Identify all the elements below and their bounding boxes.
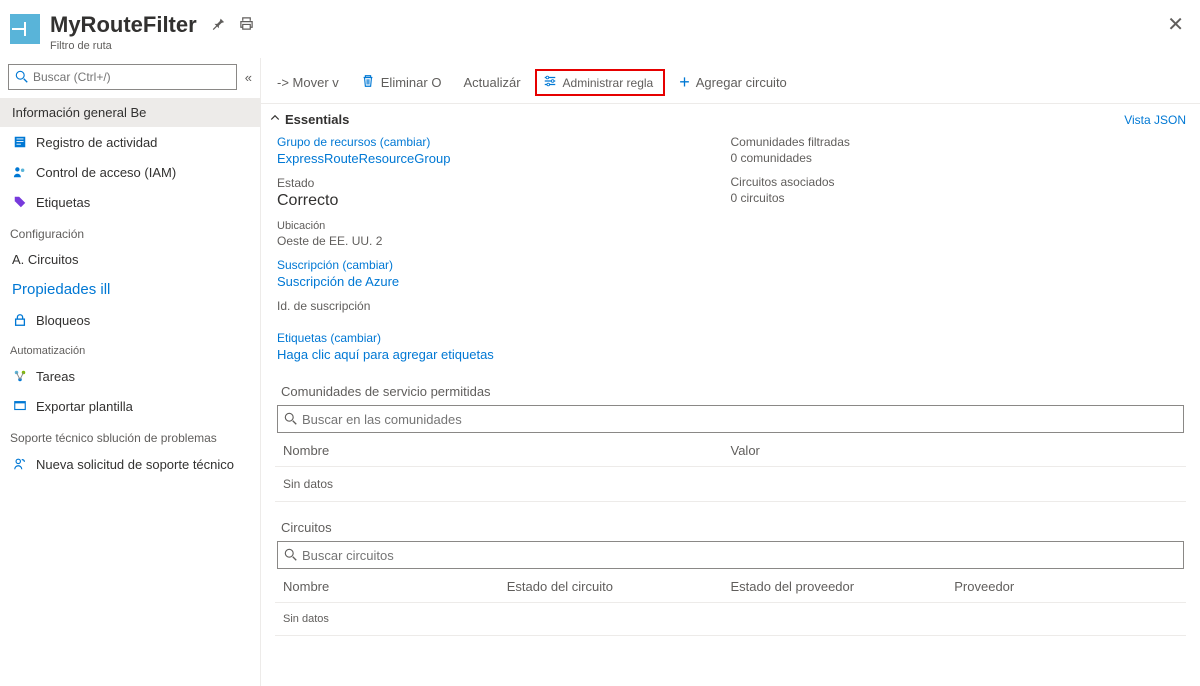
nav-label: A. Circuitos xyxy=(12,252,78,267)
tags-add-link[interactable]: Haga clic aquí para agregar etiquetas xyxy=(277,347,1184,362)
col-name: Nombre xyxy=(283,443,731,458)
nav-label: Información general Be xyxy=(12,105,146,120)
nav-label: Exportar plantilla xyxy=(36,399,133,414)
filter-settings-icon xyxy=(543,74,557,91)
nav-tasks[interactable]: Tareas xyxy=(0,361,260,391)
nav-label: Nueva solicitud de soporte técnico xyxy=(36,457,234,472)
communities-panel-title: Comunidades de servicio permitidas xyxy=(281,384,1186,399)
nav-locks[interactable]: Bloqueos xyxy=(0,305,260,335)
circuits-no-data: Sin datos xyxy=(275,603,1186,636)
export-template-icon xyxy=(12,398,28,414)
circuits-value: 0 circuitos xyxy=(731,191,1185,205)
state-label: Estado xyxy=(277,176,731,190)
json-view-link[interactable]: Vista JSON xyxy=(1124,113,1186,127)
iam-icon xyxy=(12,164,28,180)
close-icon[interactable]: ✕ xyxy=(1167,12,1184,37)
nav-overview[interactable]: Información general Be xyxy=(0,98,260,127)
section-automation: Automatización xyxy=(0,335,260,361)
col-provider-state: Estado del proveedor xyxy=(731,579,955,594)
col-provider: Proveedor xyxy=(954,579,1178,594)
section-config: Configuración xyxy=(0,217,260,245)
circuits-search[interactable] xyxy=(277,541,1184,569)
move-button[interactable]: -> Mover v xyxy=(269,71,347,94)
rg-value[interactable]: ExpressRouteResourceGroup xyxy=(277,151,731,166)
search-icon xyxy=(284,412,298,426)
pin-icon[interactable] xyxy=(211,16,225,34)
nav-circuits[interactable]: A. Circuitos xyxy=(0,245,260,274)
location-label: Ubicación xyxy=(277,220,731,232)
main-content: -> Mover v Eliminar O Actualizár Adminis… xyxy=(260,58,1200,686)
communities-value: 0 comunidades xyxy=(731,151,1185,165)
tags-label[interactable]: Etiquetas (cambiar) xyxy=(277,331,1184,345)
tag-icon xyxy=(12,194,28,210)
refresh-button[interactable]: Actualizár xyxy=(455,71,528,94)
nav-activity-log[interactable]: Registro de actividad xyxy=(0,127,260,157)
sub-value[interactable]: Suscripción de Azure xyxy=(277,274,731,289)
delete-button[interactable]: Eliminar O xyxy=(353,70,450,95)
trash-icon xyxy=(361,74,375,91)
add-circuit-button[interactable]: + Agregar circuito xyxy=(671,68,795,97)
lock-icon xyxy=(12,312,28,328)
sub-label[interactable]: Suscripción (cambiar) xyxy=(277,258,731,272)
state-value: Correcto xyxy=(277,192,731,210)
activity-log-icon xyxy=(12,134,28,150)
nav-label: Control de acceso (IAM) xyxy=(36,165,176,180)
circuits-panel-title: Circuitos xyxy=(281,520,1186,535)
nav-label: Etiquetas xyxy=(36,195,90,210)
nav-iam[interactable]: Control de acceso (IAM) xyxy=(0,157,260,187)
tasks-icon xyxy=(12,368,28,384)
location-value: Oeste de EE. UU. 2 xyxy=(277,234,731,248)
communities-no-data: Sin datos xyxy=(275,467,1186,502)
nav-label: Propiedades ill xyxy=(12,281,110,298)
nav-new-support-request[interactable]: Nueva solicitud de soporte técnico xyxy=(0,449,260,479)
communities-table-header: Nombre Valor xyxy=(275,433,1186,467)
collapse-sidebar-icon[interactable]: « xyxy=(245,70,252,85)
rg-label[interactable]: Grupo de recursos (cambiar) xyxy=(277,135,731,149)
communities-search[interactable] xyxy=(277,405,1184,433)
resource-icon xyxy=(10,14,40,44)
col-value: Valor xyxy=(731,443,1179,458)
manage-rule-button[interactable]: Administrar regla xyxy=(535,69,666,96)
plus-icon: + xyxy=(679,72,690,93)
sidebar: « Información general Be Registro de act… xyxy=(0,58,260,686)
nav-tags[interactable]: Etiquetas xyxy=(0,187,260,217)
communities-search-input[interactable] xyxy=(302,412,1177,427)
section-support: Soporte técnico sblución de problemas xyxy=(0,421,260,449)
essentials-toggle[interactable] xyxy=(269,112,281,127)
col-circuit-state: Estado del circuito xyxy=(507,579,731,594)
toolbar: -> Mover v Eliminar O Actualizár Adminis… xyxy=(261,58,1200,104)
circuits-table-header: Nombre Estado del circuito Estado del pr… xyxy=(275,569,1186,603)
col-name: Nombre xyxy=(283,579,507,594)
nav-export-template[interactable]: Exportar plantilla xyxy=(0,391,260,421)
search-icon xyxy=(284,548,298,562)
circuits-search-input[interactable] xyxy=(302,548,1177,563)
communities-label: Comunidades filtradas xyxy=(731,135,1185,149)
circuits-label: Circuitos asociados xyxy=(731,175,1185,189)
nav-label: Bloqueos xyxy=(36,313,90,328)
nav-label: Tareas xyxy=(36,369,75,384)
nav-label: Registro de actividad xyxy=(36,135,157,150)
nav-properties[interactable]: Propiedades ill xyxy=(0,274,260,305)
sidebar-search[interactable] xyxy=(8,64,237,90)
print-icon[interactable] xyxy=(239,16,254,35)
support-icon xyxy=(12,456,28,472)
page-title: MyRouteFilter xyxy=(50,12,197,38)
sidebar-search-input[interactable] xyxy=(33,70,230,84)
essentials-header: Essentials xyxy=(285,112,349,127)
page-subtitle: Filtro de ruta xyxy=(50,40,1167,52)
subid-label: Id. de suscripción xyxy=(277,299,731,313)
